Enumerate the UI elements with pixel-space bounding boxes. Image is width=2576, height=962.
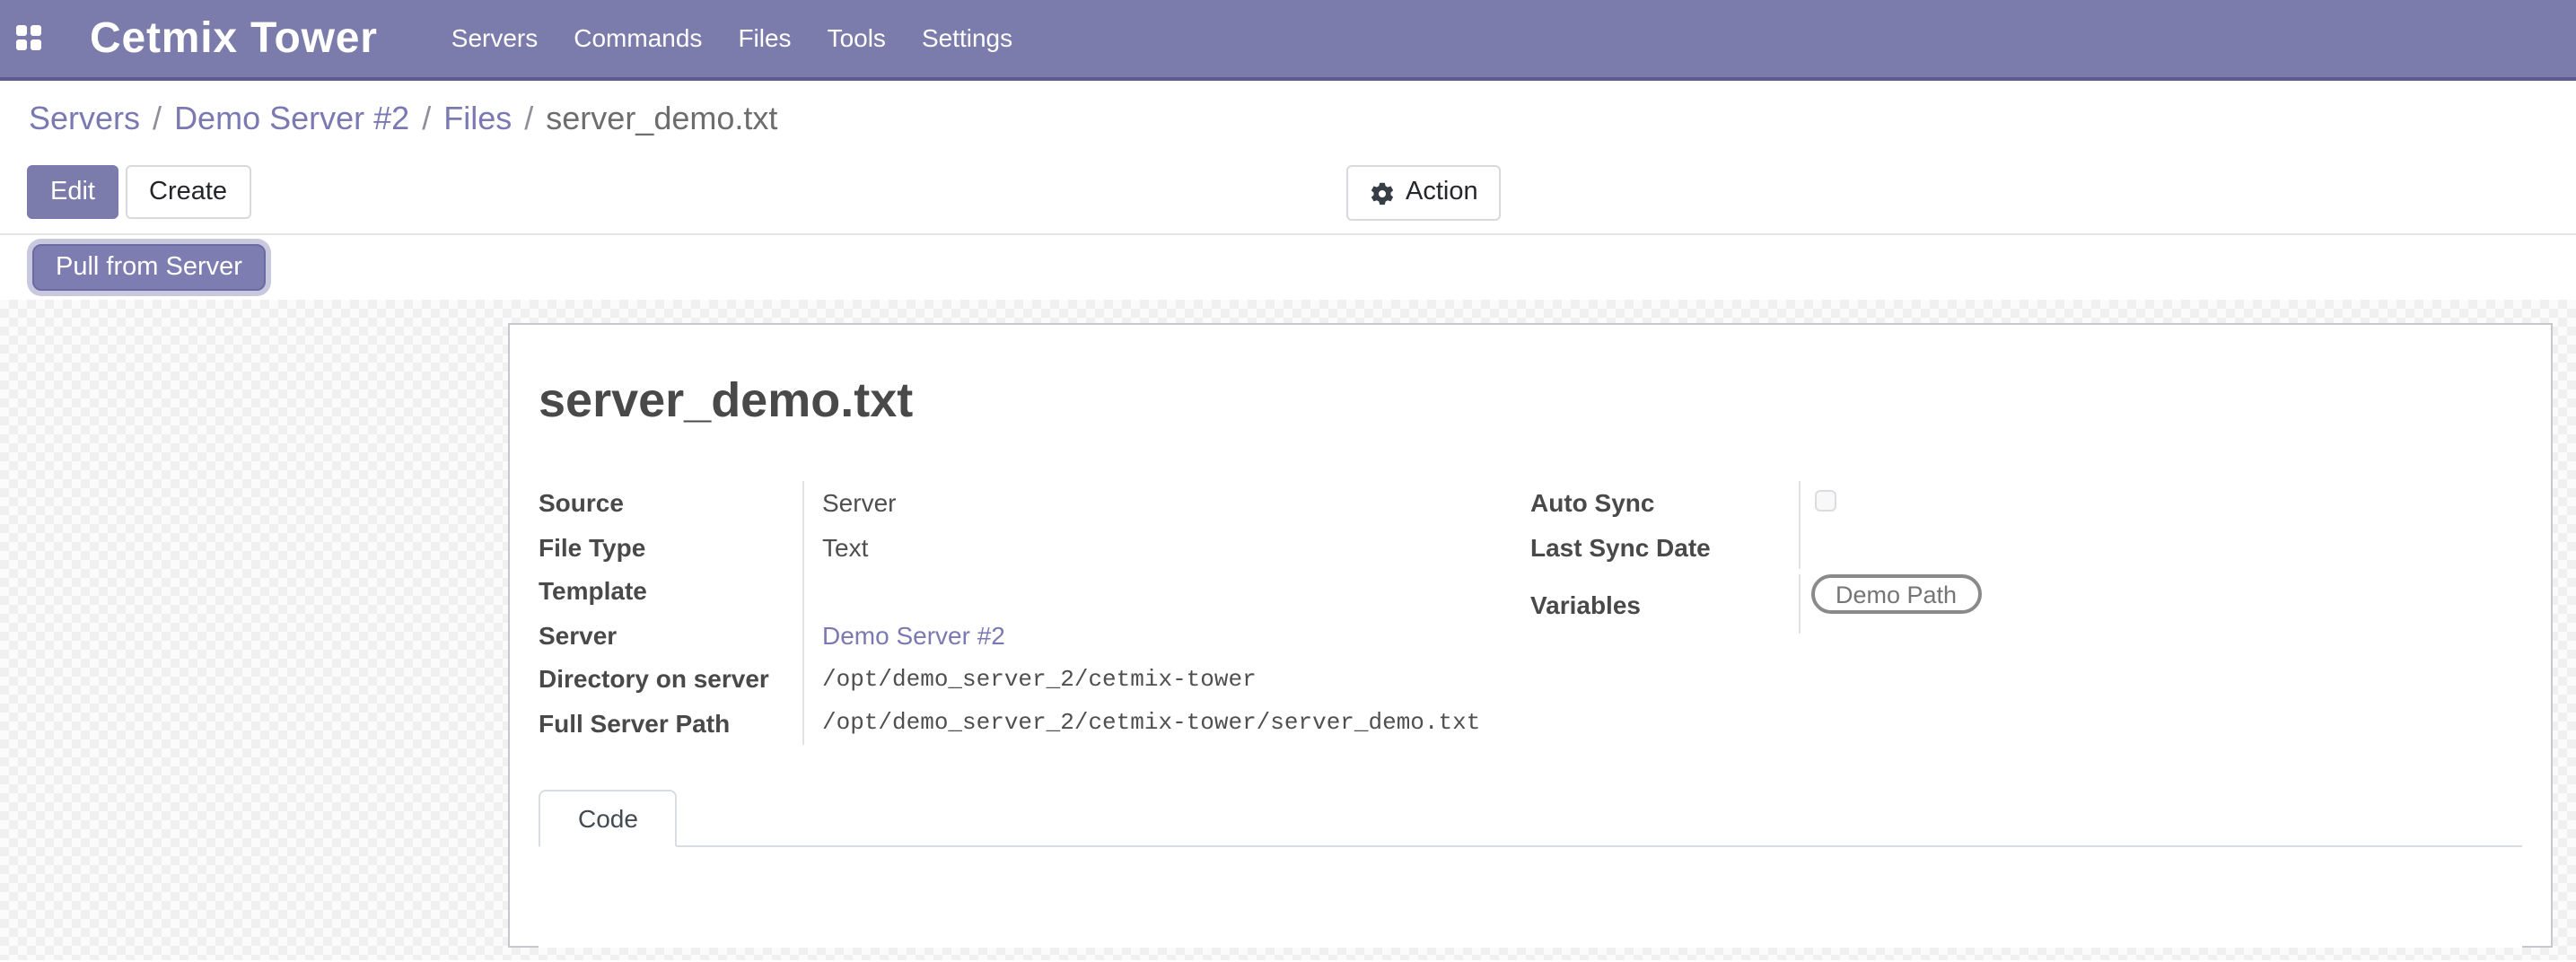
- field-label-full-path: Full Server Path: [539, 701, 804, 745]
- tab-code-content: [539, 847, 2522, 948]
- apps-grid-dot: [16, 39, 27, 50]
- form-view-background: server_demo.txt Source Server File Type …: [0, 300, 2576, 960]
- control-panel: Servers/Demo Server #2/Files/server_demo…: [0, 81, 2576, 235]
- auto-sync-checkbox[interactable]: [1814, 491, 1836, 512]
- variable-tag-demo-path: Demo Path: [1810, 574, 1982, 614]
- pull-from-server-button[interactable]: Pull from Server: [32, 244, 266, 291]
- field-row-source: Source Server: [539, 481, 1530, 525]
- gear-icon: [1370, 180, 1395, 206]
- field-row-server: Server Demo Server #2: [539, 613, 1530, 657]
- field-row-template: Template: [539, 569, 1530, 613]
- field-label-server: Server: [539, 613, 804, 657]
- breadcrumb-separator: /: [140, 101, 174, 136]
- tab-code-label: Code: [578, 804, 638, 833]
- breadcrumb-separator: /: [409, 101, 443, 136]
- field-value-directory: /opt/demo_server_2/cetmix-tower: [804, 666, 1257, 693]
- breadcrumb-link-files[interactable]: Files: [443, 101, 512, 136]
- apps-grid-dot: [31, 25, 41, 36]
- statusbar: Pull from Server: [0, 235, 2576, 300]
- field-label-last-sync-date: Last Sync Date: [1530, 525, 1800, 569]
- apps-grid-icon[interactable]: [16, 25, 43, 52]
- nav-item-settings[interactable]: Settings: [904, 0, 1030, 79]
- action-button-label: Action: [1406, 180, 1478, 206]
- edit-create-button-group: Edit Create: [27, 165, 250, 219]
- field-label-variables: Variables: [1530, 574, 1800, 634]
- breadcrumb-link-demo-server-2[interactable]: Demo Server #2: [174, 101, 409, 136]
- field-label-auto-sync: Auto Sync: [1530, 481, 1800, 525]
- breadcrumb-current: server_demo.txt: [546, 101, 777, 136]
- app-brand[interactable]: Cetmix Tower: [90, 13, 378, 64]
- breadcrumb: Servers/Demo Server #2/Files/server_demo…: [29, 95, 777, 142]
- tab-code[interactable]: Code: [539, 790, 678, 847]
- field-label-template: Template: [539, 569, 804, 613]
- field-row-last-sync-date: Last Sync Date: [1530, 525, 2522, 569]
- action-button[interactable]: Action: [1346, 165, 1502, 221]
- top-navbar: Cetmix Tower Servers Commands Files Tool…: [0, 0, 2576, 81]
- field-row-auto-sync: Auto Sync: [1530, 481, 2522, 525]
- field-value-server: Demo Server #2: [804, 621, 1005, 650]
- create-button[interactable]: Create: [126, 165, 250, 219]
- apps-grid-dot: [16, 25, 27, 36]
- edit-button[interactable]: Edit: [27, 165, 118, 219]
- nav-item-servers[interactable]: Servers: [434, 0, 556, 79]
- field-row-file-type: File Type Text: [539, 525, 1530, 569]
- field-label-directory: Directory on server: [539, 657, 804, 701]
- notebook-tabs: Code: [539, 790, 2522, 847]
- field-label-source: Source: [539, 481, 804, 525]
- field-value-source: Server: [804, 489, 896, 518]
- field-value-full-path: /opt/demo_server_2/cetmix-tower/server_d…: [804, 710, 1480, 737]
- field-row-variables: Variables Demo Path: [1530, 569, 2522, 634]
- nav-item-files[interactable]: Files: [720, 0, 809, 79]
- field-value-file-type: Text: [804, 533, 868, 562]
- field-group-left: Source Server File Type Text Template Se…: [539, 481, 1530, 745]
- breadcrumb-link-servers[interactable]: Servers: [29, 101, 140, 136]
- record-title: server_demo.txt: [539, 372, 2522, 429]
- nav-item-commands[interactable]: Commands: [556, 0, 720, 79]
- field-value-variables: Demo Path: [1800, 574, 1982, 614]
- app-window: Cetmix Tower Servers Commands Files Tool…: [0, 0, 2576, 962]
- field-row-full-path: Full Server Path /opt/demo_server_2/cetm…: [539, 701, 1530, 745]
- field-groups: Source Server File Type Text Template Se…: [539, 481, 2522, 745]
- nav-item-tools[interactable]: Tools: [810, 0, 904, 79]
- server-record-link[interactable]: Demo Server #2: [822, 621, 1005, 650]
- field-value-auto-sync: [1800, 489, 1836, 518]
- breadcrumb-separator: /: [512, 101, 546, 136]
- field-row-directory: Directory on server /opt/demo_server_2/c…: [539, 657, 1530, 701]
- form-sheet: server_demo.txt Source Server File Type …: [508, 323, 2553, 948]
- field-group-right: Auto Sync Last Sync Date Variables Demo …: [1530, 481, 2522, 745]
- apps-grid-dot: [31, 39, 41, 50]
- main-menu: Servers Commands Files Tools Settings: [434, 0, 1030, 79]
- field-label-file-type: File Type: [539, 525, 804, 569]
